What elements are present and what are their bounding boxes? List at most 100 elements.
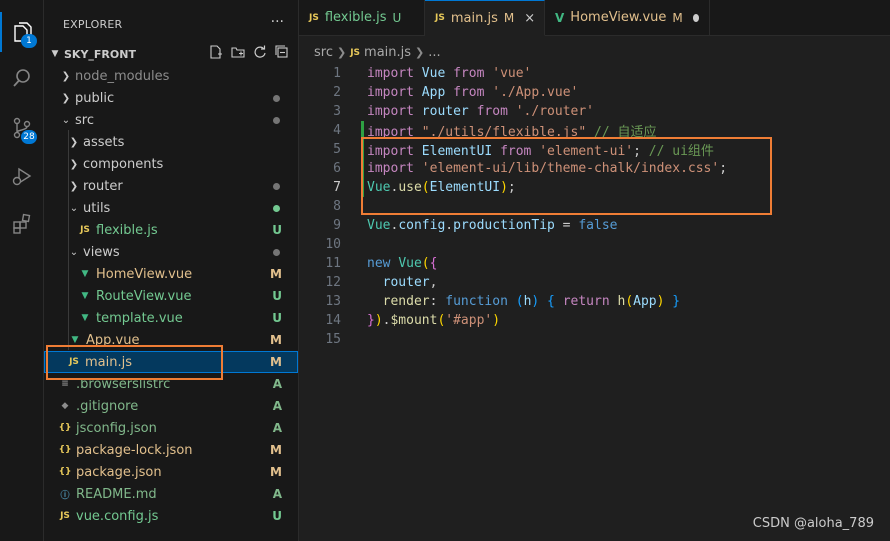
line-number: 10 bbox=[325, 237, 341, 252]
modified-dot-icon bbox=[273, 182, 280, 190]
tree-item-label: RouteView.vue bbox=[96, 288, 192, 304]
chevron-right-icon: ❯ bbox=[336, 46, 347, 59]
refresh-button[interactable] bbox=[252, 44, 268, 60]
code-text: import App from './App.vue' bbox=[367, 85, 579, 100]
line-number: 5 bbox=[333, 142, 341, 157]
tree-item-components[interactable]: ❯ components bbox=[44, 153, 298, 175]
explorer-sidebar: EXPLORER ··· ▼ SKY_FRONT ❯ node_modules … bbox=[44, 0, 299, 541]
chevron-right-icon: ❯ bbox=[69, 180, 79, 192]
tree-item-label: public bbox=[75, 90, 115, 106]
tree-item-node-modules[interactable]: ❯ node_modules bbox=[44, 65, 298, 87]
tree-item-src[interactable]: ⌄ src bbox=[44, 109, 298, 131]
tab-label: flexible.js bbox=[324, 10, 387, 25]
close-icon[interactable]: × bbox=[524, 11, 535, 26]
tree-item-label: README.md bbox=[76, 486, 157, 502]
code-line: 2 import App from './App.vue' bbox=[299, 83, 890, 102]
line-number: 4 bbox=[333, 123, 341, 138]
explorer-activity-button[interactable]: 1 bbox=[0, 12, 43, 52]
extensions-activity-button[interactable] bbox=[0, 204, 43, 244]
tree-item-vue-config-js[interactable]: JS vue.config.js U bbox=[44, 505, 298, 527]
tree-item-label: node_modules bbox=[75, 68, 170, 84]
tree-item-label: package-lock.json bbox=[76, 442, 193, 458]
json-file-icon: {} bbox=[58, 467, 72, 477]
activity-bar: 1 28 bbox=[0, 0, 44, 541]
code-line: 11 new Vue({ bbox=[299, 254, 890, 273]
code-line: 1 import Vue from 'vue' bbox=[299, 64, 890, 83]
extensions-icon bbox=[12, 213, 30, 234]
new-folder-button[interactable] bbox=[230, 44, 246, 60]
code-line: 14 }).$mount('#app') bbox=[299, 311, 890, 330]
search-icon bbox=[12, 69, 30, 87]
tab-label: main.js bbox=[450, 10, 498, 26]
tree-item-routeview-vue[interactable]: ▼ RouteView.vue U bbox=[44, 285, 298, 307]
new-file-button[interactable] bbox=[208, 44, 224, 60]
git-status-badge: U bbox=[392, 10, 402, 25]
git-status-badge: U bbox=[272, 509, 282, 523]
modified-dot-icon bbox=[273, 94, 280, 102]
line-number: 15 bbox=[325, 332, 341, 347]
tab-homeview-vue[interactable]: V HomeView.vue M bbox=[545, 0, 710, 35]
tree-item-label: template.vue bbox=[96, 310, 183, 326]
git-status-badge: M bbox=[672, 10, 683, 25]
chevron-down-icon: ⌄ bbox=[69, 202, 79, 214]
breadcrumb-more[interactable]: ... bbox=[428, 45, 440, 60]
main-js-annotation-box bbox=[46, 345, 223, 380]
git-status-badge: A bbox=[272, 377, 282, 391]
tree-item-public[interactable]: ❯ public bbox=[44, 87, 298, 109]
element-ui-annotation-box bbox=[361, 137, 772, 215]
git-status-badge: M bbox=[503, 11, 515, 25]
tree-item-label: vue.config.js bbox=[76, 508, 159, 524]
tab-flexible-js[interactable]: JS flexible.js U bbox=[299, 0, 425, 35]
js-file-icon: JS bbox=[350, 47, 361, 58]
collapse-all-button[interactable] bbox=[274, 44, 290, 60]
code-line: 9 Vue.config.productionTip = false bbox=[299, 216, 890, 235]
tree-item-readme-md[interactable]: ⓘ README.md A bbox=[44, 483, 298, 505]
breadcrumb-file[interactable]: main.js bbox=[364, 45, 411, 60]
json-file-icon: {} bbox=[58, 423, 72, 433]
chevron-down-icon: ▼ bbox=[51, 49, 59, 59]
code-text: router, bbox=[382, 275, 438, 290]
watermark: CSDN @aloha_789 bbox=[752, 516, 874, 531]
explorer-title: EXPLORER bbox=[63, 18, 123, 31]
modified-dot-icon bbox=[273, 116, 280, 124]
code-line: 3 import router from './router' bbox=[299, 102, 890, 121]
workspace-folder-label: SKY_FRONT bbox=[64, 47, 136, 61]
tree-item-utils[interactable]: ⌄ utils bbox=[44, 197, 298, 219]
tree-item-views[interactable]: ⌄ views bbox=[44, 241, 298, 263]
code-line: 12 router, bbox=[299, 273, 890, 292]
new-folder-icon bbox=[231, 47, 245, 58]
code-text: Vue.config.productionTip = false bbox=[367, 218, 618, 233]
chevron-right-icon: ❯ bbox=[415, 46, 425, 59]
tree-item-package-json[interactable]: {} package.json M bbox=[44, 461, 298, 483]
tab-label: HomeView.vue bbox=[570, 10, 667, 25]
code-editor[interactable]: 1 import Vue from 'vue' 2 import App from … bbox=[299, 64, 890, 541]
tree-item-gitignore[interactable]: ◆ .gitignore A bbox=[44, 395, 298, 417]
source-control-activity-button[interactable]: 28 bbox=[0, 108, 43, 148]
tree-item-label: components bbox=[83, 156, 164, 172]
git-status-badge: U bbox=[272, 223, 282, 237]
tree-item-homeview-vue[interactable]: ▼ HomeView.vue M bbox=[44, 263, 298, 285]
chevron-down-icon: ⌄ bbox=[61, 114, 71, 126]
code-text: new Vue({ bbox=[367, 256, 438, 271]
line-number: 14 bbox=[325, 313, 341, 328]
breadcrumb-folder[interactable]: src bbox=[314, 45, 333, 60]
vue-file-icon: ▼ bbox=[71, 335, 79, 345]
more-actions-button[interactable]: ··· bbox=[271, 14, 284, 30]
tree-item-assets[interactable]: ❯ assets bbox=[44, 131, 298, 153]
tree-item-router[interactable]: ❯ router bbox=[44, 175, 298, 197]
js-file-icon: JS bbox=[60, 511, 70, 521]
code-text: import Vue from 'vue' bbox=[367, 66, 532, 81]
tree-item-jsconfig-json[interactable]: {} jsconfig.json A bbox=[44, 417, 298, 439]
code-text: }).$mount('#app') bbox=[367, 313, 501, 328]
tree-item-flexible-js[interactable]: JS flexible.js U bbox=[44, 219, 298, 241]
git-status-badge: A bbox=[272, 421, 282, 435]
git-status-badge: A bbox=[272, 399, 282, 413]
run-debug-activity-button[interactable] bbox=[0, 156, 43, 196]
git-status-badge: A bbox=[272, 487, 282, 501]
unsaved-dot-icon[interactable] bbox=[692, 13, 699, 22]
tree-item-label: views bbox=[83, 244, 120, 260]
tree-item-template-vue[interactable]: ▼ template.vue U bbox=[44, 307, 298, 329]
tree-item-package-lock-json[interactable]: {} package-lock.json M bbox=[44, 439, 298, 461]
tab-main-js[interactable]: JS main.js M × bbox=[425, 0, 545, 36]
search-activity-button[interactable] bbox=[0, 58, 43, 98]
